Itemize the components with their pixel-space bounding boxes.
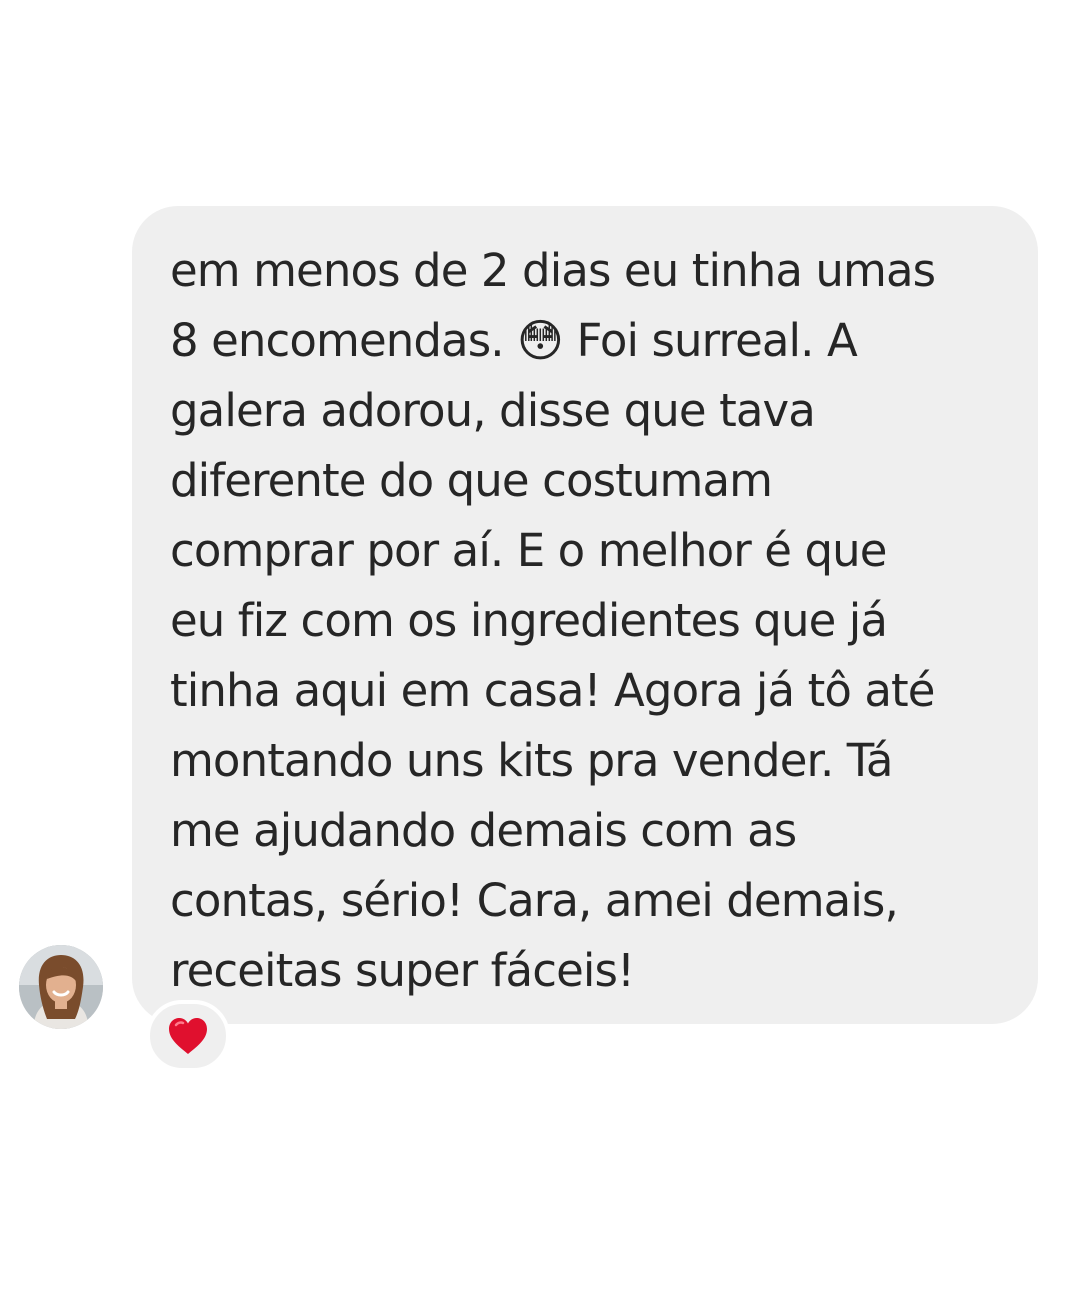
message-line: galera adorou, disse que tava: [170, 384, 816, 437]
message-line: em menos de 2 dias eu tinha umas: [170, 244, 936, 297]
message-line: receitas super fáceis!: [170, 944, 635, 997]
message-line: me ajudando demais com as: [170, 804, 797, 857]
sender-avatar[interactable]: [19, 945, 103, 1029]
message-line: contas, sério! Cara, amei demais,: [170, 874, 899, 927]
message-line: comprar por aí. E o melhor é que: [170, 524, 887, 577]
red-heart-icon: [169, 1018, 207, 1054]
message-line: montando uns kits pra vender. Tá: [170, 734, 894, 787]
message-line: tinha aqui em casa! Agora já tô até: [170, 664, 935, 717]
message-bubble[interactable]: em menos de 2 dias eu tinha umas 8 encome…: [132, 206, 1038, 1024]
heart-reaction[interactable]: [146, 1000, 230, 1072]
message-text: em menos de 2 dias eu tinha umas 8 encome…: [170, 236, 1030, 1006]
message-line: eu fiz com os ingredientes que já: [170, 594, 888, 647]
message-line: diferente do que costumam: [170, 454, 773, 507]
avatar-photo-icon: [19, 945, 103, 1029]
message-line: 8 encomendas. 😳 Foi surreal. A: [170, 314, 858, 367]
